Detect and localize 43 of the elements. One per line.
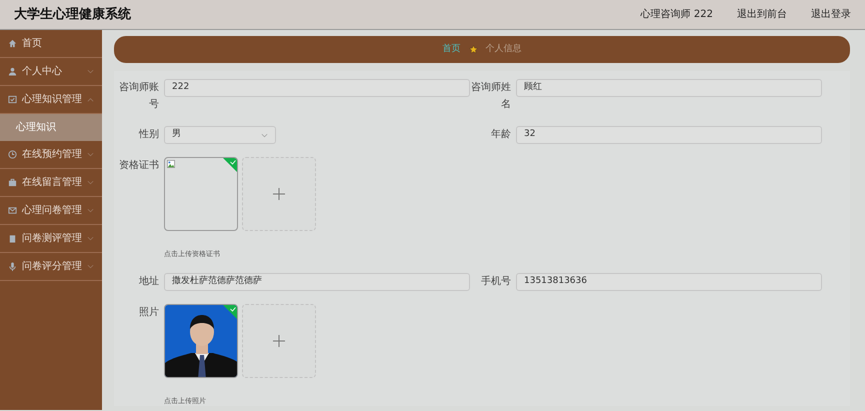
mail-icon: [8, 206, 17, 215]
user-icon: [8, 67, 17, 76]
home-icon: [8, 39, 17, 48]
select-value: 男: [172, 128, 181, 142]
clock-icon: [8, 150, 17, 159]
chevron-icon: [261, 132, 268, 138]
sidebar-item[interactable]: 个人中心: [0, 58, 102, 86]
input-field[interactable]: 32: [516, 126, 822, 144]
select-field[interactable]: 男: [164, 126, 276, 144]
star-icon: [468, 45, 478, 54]
field-label: 手机号: [480, 274, 512, 288]
input-field[interactable]: 222: [164, 79, 470, 97]
field-label: 年龄: [490, 128, 512, 142]
sidebar-item[interactable]: 在线预约管理: [0, 141, 102, 169]
sidebar-item[interactable]: 问卷测评管理: [0, 225, 102, 253]
add-upload-button[interactable]: [242, 304, 316, 378]
sidebar-item[interactable]: 在线留言管理: [0, 169, 102, 197]
sidebar-subitem[interactable]: 心理知识: [0, 114, 102, 141]
field-label: 咨询师姓名: [470, 81, 512, 112]
header-link[interactable]: 退出到前台: [737, 7, 787, 22]
field-label: 咨询师账号: [118, 80, 160, 112]
user-label: 心理咨询师 222: [640, 8, 713, 22]
microphone-icon: [8, 262, 17, 271]
plus-icon: [273, 334, 285, 346]
field-label: 资格证书: [118, 158, 160, 173]
input-field[interactable]: 撒发杜萨范德萨范德萨: [164, 272, 470, 290]
clipboard-icon: [8, 234, 17, 243]
breadcrumb-current: 个人信息: [486, 42, 522, 56]
header-link[interactable]: 退出登录: [811, 7, 851, 22]
broken-image-icon: [167, 160, 175, 168]
input-field[interactable]: 顾红: [516, 79, 822, 97]
sidebar-item[interactable]: 问卷评分管理: [0, 253, 102, 281]
briefcase-icon: [8, 178, 17, 187]
plus-icon: [273, 188, 285, 200]
field-label: 照片: [138, 306, 160, 320]
sidebar-item[interactable]: 首页: [0, 30, 102, 58]
input-field[interactable]: 13513813636: [516, 272, 822, 290]
sidebar-item[interactable]: 心理问卷管理: [0, 197, 102, 225]
breadcrumb-link[interactable]: 首页: [442, 42, 460, 56]
field-label: 地址: [138, 274, 160, 288]
field-label: 性别: [138, 128, 160, 142]
app-title: 大学生心理健康系统: [14, 6, 131, 24]
add-upload-button[interactable]: [242, 157, 316, 231]
